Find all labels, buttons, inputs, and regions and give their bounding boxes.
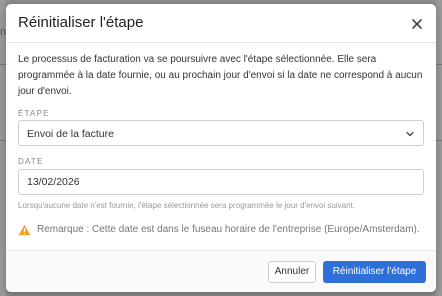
background-divider [436,64,442,65]
warning-text: Remarque : Cette date est dans le fuseau… [37,224,420,235]
background-panel-right [436,0,442,296]
step-field-label: ÉTAPE [18,109,50,118]
date-input[interactable] [18,169,424,195]
dialog-description: Le processus de facturation va se poursu… [18,54,423,97]
dialog-body: Le processus de facturation va se poursu… [18,52,426,100]
close-icon[interactable] [410,17,424,31]
dialog-footer: Annuler Réinitialiser l'étape [6,250,436,292]
reset-step-button[interactable]: Réinitialiser l'étape [323,261,426,283]
dialog-title: Réinitialiser l'étape [18,14,144,31]
date-hint: Lorsqu'aucune date n'est fournie, l'étap… [18,201,355,210]
chevron-down-icon [406,131,414,137]
background-divider [436,140,442,141]
warning-icon [18,224,31,236]
step-select[interactable]: Envoi de la facture [18,120,424,146]
cancel-button[interactable]: Annuler [268,261,316,283]
step-select-value: Envoi de la facture [27,128,114,140]
date-field-label: DATE [18,157,44,166]
dialog-header: Réinitialiser l'étape [6,4,436,43]
reset-step-dialog: Réinitialiser l'étape Le processus de fa… [6,4,436,292]
